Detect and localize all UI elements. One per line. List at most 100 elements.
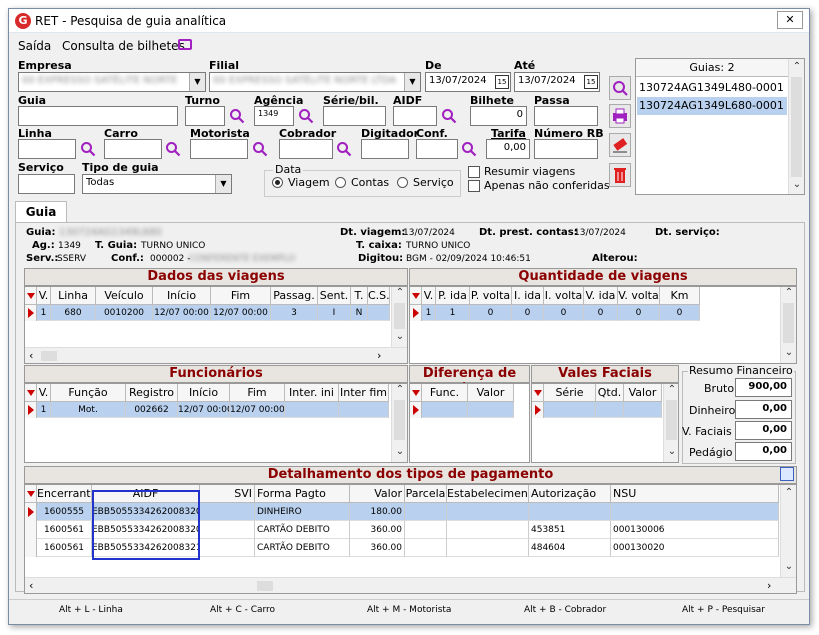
- table-cell[interactable]: 0: [660, 305, 700, 321]
- numero-rb-input[interactable]: [534, 139, 598, 159]
- radio-servico[interactable]: [397, 177, 408, 188]
- table-cell[interactable]: [200, 503, 255, 521]
- table-cell[interactable]: 000130006: [611, 521, 779, 539]
- digitador-input[interactable]: [361, 139, 409, 159]
- cobrador-input[interactable]: [279, 139, 333, 159]
- table-cell[interactable]: CARTÃO DEBITO: [255, 521, 350, 539]
- col-inter-fim[interactable]: Inter fim: [339, 384, 389, 402]
- search-icon[interactable]: [165, 141, 181, 157]
- scroll-down-icon[interactable]: ⌄: [664, 446, 678, 457]
- table-cell[interactable]: 680: [51, 305, 96, 321]
- table-cell[interactable]: [405, 503, 447, 521]
- search-icon[interactable]: [336, 141, 352, 157]
- scroll-right-icon[interactable]: ›: [377, 349, 381, 362]
- search-icon[interactable]: [298, 108, 314, 124]
- scroll-left-icon[interactable]: ‹: [29, 579, 33, 592]
- window-close-button[interactable]: ✕: [777, 11, 803, 29]
- viagens-grid[interactable]: V. Linha Veículo Início Fim Passag. Sent…: [24, 286, 408, 364]
- col-inicio[interactable]: Início: [178, 384, 230, 402]
- col-v[interactable]: V.: [37, 287, 51, 305]
- table-cell[interactable]: 12/07 00:00: [211, 305, 271, 321]
- conf-input[interactable]: [416, 139, 458, 159]
- col-estabelecimento[interactable]: Estabelecimento: [447, 485, 529, 503]
- table-cell[interactable]: 1600561: [37, 539, 92, 557]
- col-func[interactable]: Func.: [422, 384, 468, 402]
- guia-list-item[interactable]: 130724AG1349L680-0001: [637, 97, 787, 115]
- search-icon[interactable]: [252, 141, 268, 157]
- col-p-volta[interactable]: P. volta: [470, 287, 512, 305]
- col-veiculo[interactable]: Veículo: [96, 287, 153, 305]
- col-serie[interactable]: Série: [544, 384, 596, 402]
- viagens-hscroll[interactable]: ‹ ›: [25, 347, 407, 363]
- passa-input[interactable]: [534, 106, 598, 126]
- col-passag[interactable]: Passag.: [271, 287, 318, 305]
- filial-select[interactable]: 00 EXPRESSO SATÉLITE NORTE LTDA ▼: [209, 72, 421, 92]
- col-i-ida[interactable]: I. ida: [512, 287, 544, 305]
- table-cell[interactable]: 1600555: [37, 503, 92, 521]
- scroll-up-icon[interactable]: ⌃: [789, 61, 804, 72]
- col-valor[interactable]: Valor: [624, 384, 662, 402]
- scroll-down-icon[interactable]: ⌄: [392, 446, 407, 457]
- carro-input[interactable]: [104, 139, 162, 159]
- table-cell[interactable]: DINHEIRO: [255, 503, 350, 521]
- table-cell[interactable]: 0: [584, 305, 618, 321]
- table-cell[interactable]: 180.00: [350, 503, 405, 521]
- col-autorizacao[interactable]: Autorização: [529, 485, 611, 503]
- col-encerrante[interactable]: Encerrante: [37, 485, 92, 503]
- search-icon[interactable]: [441, 108, 457, 124]
- table-cell[interactable]: [339, 402, 389, 418]
- table-cell[interactable]: [468, 402, 514, 418]
- menu-consulta-bilhetes[interactable]: Consulta de bilhetes: [62, 39, 185, 53]
- delete-button[interactable]: [609, 163, 631, 187]
- table-cell[interactable]: [529, 503, 611, 521]
- aidf-input[interactable]: [393, 106, 437, 126]
- col-qtd[interactable]: Qtd.: [596, 384, 624, 402]
- col-v-volta[interactable]: V. volta: [618, 287, 660, 305]
- search-icon[interactable]: [461, 141, 477, 157]
- table-cell[interactable]: 0010200: [96, 305, 153, 321]
- table-cell[interactable]: [285, 402, 339, 418]
- diferenca-grid[interactable]: Func. Valor: [409, 383, 530, 463]
- table-cell[interactable]: [544, 402, 596, 418]
- table-cell[interactable]: Mot.: [51, 402, 126, 418]
- guias-list[interactable]: Guias: 2 130724AG1349L480-0001 130724AG1…: [635, 58, 805, 195]
- col-sent[interactable]: Sent.: [318, 287, 351, 305]
- table-cell[interactable]: 12/07 00:00: [230, 402, 285, 418]
- monitor-icon[interactable]: [178, 39, 192, 50]
- col-nsu[interactable]: NSU: [611, 485, 779, 503]
- print-button[interactable]: [609, 104, 631, 128]
- col-fim[interactable]: Fim: [211, 287, 271, 305]
- table-cell[interactable]: 1: [37, 402, 51, 418]
- table-cell[interactable]: 000130020: [611, 539, 779, 557]
- turno-input[interactable]: [185, 106, 225, 126]
- scroll-up-icon[interactable]: ⌃: [781, 287, 796, 298]
- calendar-icon[interactable]: 15: [495, 75, 509, 89]
- tarifa-input[interactable]: 0,00: [486, 139, 530, 159]
- search-icon[interactable]: [229, 108, 245, 124]
- col-registro[interactable]: Registro: [126, 384, 178, 402]
- col-fim[interactable]: Fim: [230, 384, 285, 402]
- funcionarios-grid[interactable]: V. Função Registro Início Fim Inter. ini…: [24, 383, 408, 463]
- table-cell[interactable]: [611, 503, 779, 521]
- table-cell[interactable]: CARTÃO DEBITO: [255, 539, 350, 557]
- pagamento-hscroll[interactable]: ‹ ›: [25, 577, 796, 593]
- table-cell[interactable]: [447, 539, 529, 557]
- search-icon[interactable]: [80, 141, 96, 157]
- col-t[interactable]: T.: [351, 287, 368, 305]
- table-cell[interactable]: 453851: [529, 521, 611, 539]
- tab-guia[interactable]: Guia: [15, 201, 67, 223]
- pagamento-vscroll[interactable]: ⌃ ⌄: [780, 485, 796, 577]
- table-cell[interactable]: 0: [512, 305, 544, 321]
- table-cell[interactable]: N: [351, 305, 368, 321]
- resumir-viagens-checkbox[interactable]: [468, 166, 480, 178]
- agencia-input[interactable]: 1349: [254, 106, 294, 126]
- motorista-input[interactable]: [190, 139, 248, 159]
- quantidade-vscroll[interactable]: ⌃ ⌄: [780, 287, 796, 363]
- export-icon[interactable]: [780, 467, 794, 481]
- scroll-left-icon[interactable]: ‹: [29, 349, 33, 362]
- table-cell[interactable]: 12/07 00:00: [178, 402, 230, 418]
- ate-date-field[interactable]: 13/07/2024 15: [514, 72, 600, 92]
- scroll-down-icon[interactable]: ⌄: [392, 331, 407, 342]
- quantidade-grid[interactable]: V. P. ida P. volta I. ida I. volta V. id…: [409, 286, 797, 364]
- col-v[interactable]: V.: [37, 384, 51, 402]
